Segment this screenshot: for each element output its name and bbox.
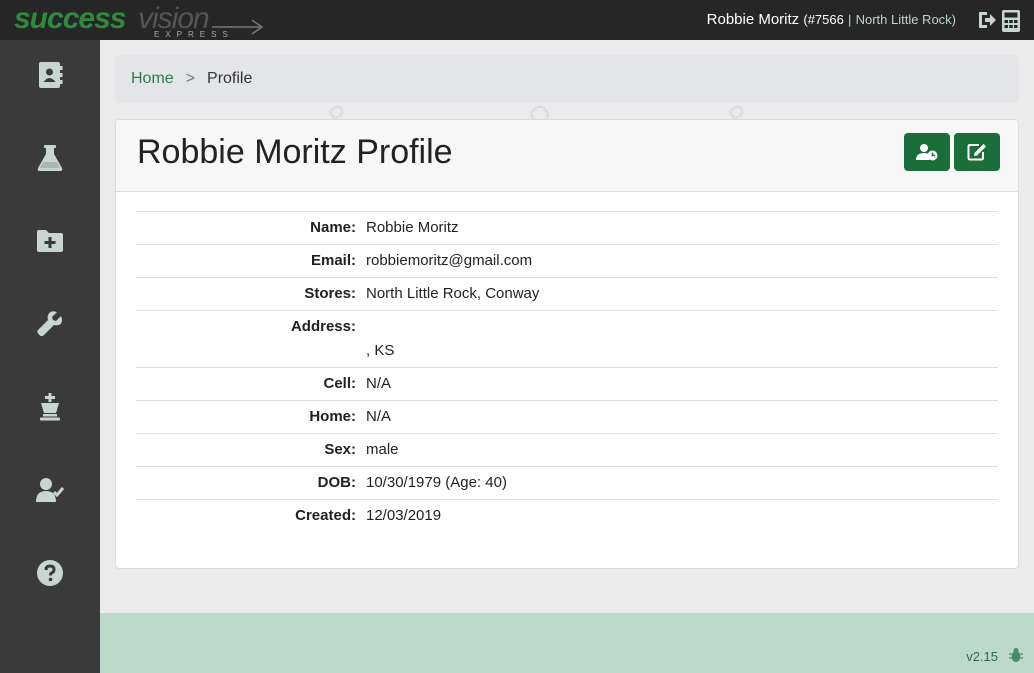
detail-label: Stores:: [304, 285, 356, 302]
footer: v2.15: [100, 613, 1034, 673]
user-history-button[interactable]: [904, 133, 950, 171]
user-separator: |: [848, 12, 852, 27]
user-name: Robbie Moritz: [706, 11, 800, 28]
detail-label: Home:: [309, 408, 356, 425]
logo-arrow-icon: [212, 19, 264, 35]
detail-value-stores: North Little Rock, Conway: [366, 285, 540, 302]
sidebar-item-help[interactable]: [0, 543, 100, 603]
user-info: Robbie Moritz (#7566 | North Little Rock…: [707, 11, 956, 28]
detail-row-stores: Stores: North Little Rock, Conway: [136, 277, 998, 310]
page-title: Robbie Moritz Profile: [137, 133, 453, 171]
detail-label: Address:: [290, 318, 356, 335]
user-check-icon: [36, 478, 65, 502]
detail-row-address: Address: , KS: [136, 310, 998, 367]
sidebar-item-tools[interactable]: [0, 294, 100, 354]
sidebar-item-admin[interactable]: [0, 377, 100, 437]
detail-row-sex: Sex: male: [136, 433, 998, 466]
main-content: Home > Profile Robbie Moritz Profile Nam…: [100, 40, 1034, 613]
detail-value-name: Robbie Moritz: [366, 219, 459, 236]
detail-label: Sex:: [324, 441, 356, 458]
sidebar-item-new-folder[interactable]: [0, 211, 100, 271]
detail-value-home: N/A: [366, 408, 392, 425]
question-circle-icon: [37, 560, 63, 586]
detail-label: Email:: [310, 252, 356, 269]
detail-value-address: , KS: [366, 342, 395, 359]
detail-row-name: Name: Robbie Moritz: [136, 211, 998, 244]
user-number: (#7566: [803, 12, 844, 27]
sidebar-item-contacts[interactable]: [0, 45, 100, 105]
logo-text-success: success: [14, 2, 126, 35]
address-book-icon: [39, 62, 63, 88]
detail-label: Created:: [295, 507, 356, 524]
detail-row-dob: DOB: 10/30/1979 (Age: 40): [136, 466, 998, 499]
version-label: v2.15: [966, 649, 998, 664]
user-clock-icon: [916, 144, 938, 161]
detail-value-sex: male: [366, 441, 399, 458]
flask-icon: [37, 145, 63, 171]
folder-plus-icon: [37, 230, 63, 252]
breadcrumb-current: Profile: [207, 70, 253, 87]
profile-details: Name: Robbie Moritz Email: robbiemoritz@…: [136, 211, 998, 532]
detail-row-created: Created: 12/03/2019: [136, 499, 998, 532]
detail-row-cell: Cell: N/A: [136, 367, 998, 400]
sidebar-item-lab[interactable]: [0, 128, 100, 188]
sidebar: [0, 40, 100, 673]
detail-label: Cell:: [323, 375, 356, 392]
edit-icon: [967, 144, 986, 161]
detail-label: Name:: [310, 219, 356, 236]
top-bar: success vision EXPRESS Robbie Moritz (#7…: [0, 0, 1034, 40]
chess-king-icon: [40, 393, 60, 421]
breadcrumb: Home > Profile: [115, 55, 1019, 103]
detail-label: DOB:: [317, 474, 356, 491]
detail-row-home: Home: N/A: [136, 400, 998, 433]
user-store[interactable]: North Little Rock): [856, 12, 956, 27]
logo[interactable]: success vision EXPRESS: [14, 2, 264, 39]
breadcrumb-home[interactable]: Home: [131, 70, 174, 88]
detail-value-email: robbiemoritz@gmail.com: [366, 252, 533, 269]
detail-value-created: 12/03/2019: [366, 507, 442, 524]
calculator-icon[interactable]: [1000, 9, 1022, 32]
sidebar-item-user-check[interactable]: [0, 460, 100, 520]
detail-row-email: Email: robbiemoritz@gmail.com: [136, 244, 998, 277]
profile-card: Robbie Moritz Profile Name: Robbie Morit…: [115, 119, 1019, 569]
logout-icon[interactable]: [976, 9, 998, 31]
edit-profile-button[interactable]: [954, 133, 1000, 171]
detail-value-cell: N/A: [366, 375, 392, 392]
bug-icon[interactable]: [1008, 647, 1024, 663]
wrench-icon: [37, 311, 63, 337]
breadcrumb-separator: >: [185, 70, 196, 87]
detail-value-dob: 10/30/1979 (Age: 40): [366, 474, 507, 491]
profile-card-header: Robbie Moritz Profile: [116, 120, 1018, 192]
